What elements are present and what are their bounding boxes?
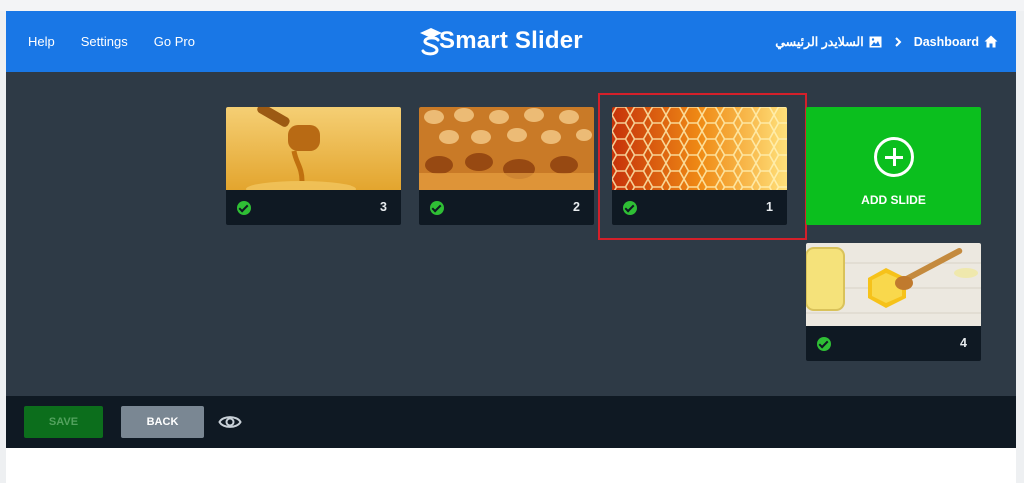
selection-highlight: [598, 93, 807, 240]
slide-card-3[interactable]: 3: [226, 107, 401, 225]
eye-icon[interactable]: [218, 411, 242, 433]
smart-slider-logo: Smart Slider: [418, 25, 583, 57]
breadcrumb-slider[interactable]: السلايدر الرئيسي: [775, 34, 882, 49]
plus-circle-icon: [874, 137, 914, 177]
add-slide-button[interactable]: ADD SLIDE: [806, 107, 981, 225]
app-frame: Help Settings Go Pro Smart Slider السلاي…: [6, 11, 1016, 483]
breadcrumb-slider-label: السلايدر الرئيسي: [775, 35, 864, 49]
add-slide-label: ADD SLIDE: [861, 193, 926, 207]
slide-number: 2: [573, 200, 580, 214]
slide-card-2[interactable]: 2: [419, 107, 594, 225]
browser-top-strip: [0, 0, 1024, 11]
slide-card-footer: 3: [226, 190, 401, 225]
slide-card-footer: 4: [806, 326, 981, 361]
save-button[interactable]: SAVE: [24, 406, 103, 438]
slide-number: 3: [380, 200, 387, 214]
published-check-icon: [430, 201, 444, 215]
breadcrumb-dashboard-label: Dashboard: [913, 34, 979, 49]
top-nav: Help Settings Go Pro: [28, 11, 195, 72]
breadcrumb-dashboard[interactable]: Dashboard: [914, 35, 998, 49]
published-check-icon: [237, 201, 251, 215]
published-check-icon: [817, 337, 831, 351]
graduation-cap-logo-icon: [420, 28, 442, 56]
slide-number: 4: [960, 336, 967, 350]
honey-jar-icon: [806, 243, 981, 326]
back-button[interactable]: BACK: [121, 406, 204, 438]
chevron-right-icon: [894, 36, 902, 47]
settings-link[interactable]: Settings: [81, 34, 128, 49]
slide-card-4[interactable]: 4: [806, 243, 981, 361]
slide-card-footer: 2: [419, 190, 594, 225]
home-icon: [984, 35, 998, 48]
go-pro-link[interactable]: Go Pro: [154, 34, 195, 49]
honey-dipper-icon: [226, 107, 401, 190]
top-bar: Help Settings Go Pro Smart Slider السلاي…: [6, 11, 1016, 72]
image-icon: [869, 36, 882, 47]
slides-panel: 3 2 1 ADD SLIDE 4: [6, 72, 1016, 396]
logo-text: Smart Slider: [439, 27, 583, 54]
honeycomb-close-icon: [419, 107, 594, 190]
bottom-toolbar: SAVE BACK: [6, 396, 1016, 448]
help-link[interactable]: Help: [28, 34, 55, 49]
breadcrumb: السلايدر الرئيسي Dashboard: [775, 11, 998, 72]
